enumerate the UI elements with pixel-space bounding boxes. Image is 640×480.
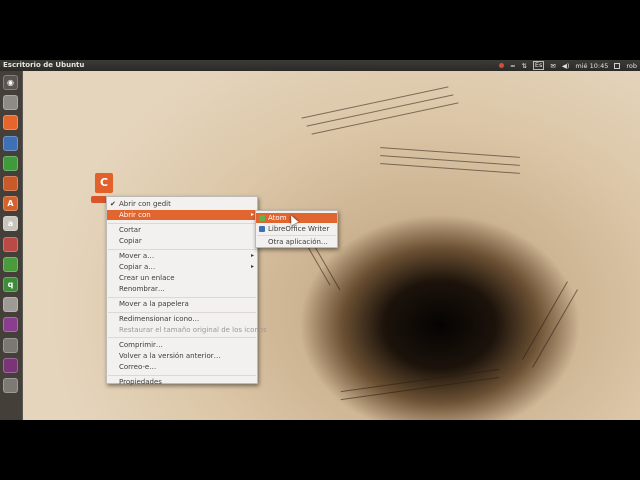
menu-item-label: Comprimir… [119,340,163,349]
menu-item-label: Propiedades [119,377,162,386]
menu-item-label: Crear un enlace [119,274,175,283]
menu-item-abrir-con[interactable]: Abrir con ▸ [107,210,257,221]
wifi-icon[interactable]: ≈ [510,62,515,70]
app-icon [259,215,265,221]
menu-item-comprimir[interactable]: Comprimir… [107,340,257,350]
menu-item-cortar[interactable]: Cortar [107,225,257,235]
top-panel: Escritorio de Ubuntu ≈ ⇅ Es ✉ ◀) mié 10:… [0,60,640,71]
menu-separator [108,296,256,298]
menu-item-renombrar[interactable]: Renombrar… [107,284,257,294]
menu-item-copiar-a[interactable]: Copiar a… ▸ [107,262,257,272]
settings-icon[interactable] [3,236,18,252]
writer-icon[interactable] [3,135,18,151]
menu-item-mover-a[interactable]: Mover a… ▸ [107,251,257,261]
calc-icon[interactable] [3,155,18,171]
menu-separator [108,248,256,250]
desktop-file-icon[interactable]: C [95,173,113,193]
user-name[interactable]: rob [626,62,637,70]
menu-separator [108,222,256,224]
power-icon[interactable] [614,62,621,69]
green-app-icon[interactable] [3,256,18,272]
menu-item-otra-aplicación[interactable]: Otra aplicación… [256,237,337,247]
amazon-icon[interactable]: a [3,216,18,232]
trash-icon[interactable] [3,378,18,393]
purple-app-icon[interactable] [3,317,18,333]
menu-item-label: Restaurar el tamaño original de los icon… [119,326,267,334]
drive-icon[interactable] [3,297,18,313]
impress-icon[interactable] [3,176,18,191]
menu-item-label: Redimensionar icono… [119,314,200,323]
menu-separator [257,235,336,236]
check-icon: ✔ [110,200,116,208]
menu-item-correo-e[interactable]: Correo-e… [107,362,257,372]
firefox-icon[interactable] [3,115,18,131]
qbittorrent-icon[interactable]: q [3,277,18,292]
menu-item-mover-a-la-papelera[interactable]: Mover a la papelera [107,299,257,309]
software-center-icon[interactable]: A [3,196,18,212]
volume-icon[interactable]: ◀) [562,62,570,70]
submenu-arrow-icon: ▸ [250,211,254,219]
menu-item-label: Mover a… [119,251,155,260]
context-menu: Abrir con gedit ✔ Abrir con ▸ Cortar Copiar Mo… [106,196,267,387]
menu-item-label: Mover a la papelera [119,300,189,309]
menu-item-volver-a-la-versión-anterior[interactable]: Volver a la versión anterior… [107,351,257,361]
window-title: Escritorio de Ubuntu [3,61,85,69]
desktop: Escritorio de Ubuntu ≈ ⇅ Es ✉ ◀) mié 10:… [0,60,640,420]
menu-item-redimensionar-icono[interactable]: Redimensionar icono… [107,314,257,324]
menu-item-label: LibreOffice Writer [268,224,330,233]
menu-item-abrir-con-gedit[interactable]: Abrir con gedit ✔ [107,199,257,209]
indicator-area: ≈ ⇅ Es ✉ ◀) mié 10:45 rob [499,60,637,71]
menu-item-propiedades[interactable]: Propiedades [107,377,257,387]
dash-icon[interactable]: ◉ [3,75,18,90]
launcher: ◉ Aa q [0,71,23,420]
menu-item-label: Correo-e… [119,363,157,372]
submenu-arrow-icon: ▸ [250,251,254,259]
app-icon [259,225,265,232]
menu-item-label: Copiar [119,237,142,246]
menu-item-label: Copiar a… [119,263,156,271]
menu-item-libreoffice-writer[interactable]: LibreOffice Writer [256,224,337,234]
menu-item-label: Otra aplicación… [268,238,328,246]
transfer-icon[interactable]: ⇅ [521,62,526,70]
menu-item-label: Volver a la versión anterior… [119,351,221,360]
menu-item-label: Abrir con gedit [119,200,171,208]
menu-separator [108,374,256,376]
menu-item-label: Cortar [119,225,141,234]
files-icon[interactable] [3,95,18,111]
menu-item-label: Atom [268,214,287,222]
menu-separator [108,337,256,339]
mail-icon[interactable]: ✉ [550,62,555,70]
disk-icon[interactable] [3,337,18,353]
menu-item-label: Abrir con [119,211,151,220]
open-with-submenu: Atom LibreOffice Writer Otra aplicación… [255,210,338,248]
submenu-arrow-icon: ▸ [250,263,254,270]
menu-separator [108,311,256,313]
terminal-icon[interactable] [3,357,18,373]
keyboard-indicator[interactable]: Es [532,61,545,70]
menu-item-copiar[interactable]: Copiar [107,236,257,246]
menu-item-label: Renombrar… [119,285,165,294]
clock[interactable]: mié 10:45 [575,62,608,70]
record-icon[interactable] [499,63,505,68]
menu-item-restaurar-el-tamaño-original-de-los-iconos: Restaurar el tamaño original de los icon… [107,325,267,335]
menu-item-crear-un-enlace[interactable]: Crear un enlace [107,273,257,283]
